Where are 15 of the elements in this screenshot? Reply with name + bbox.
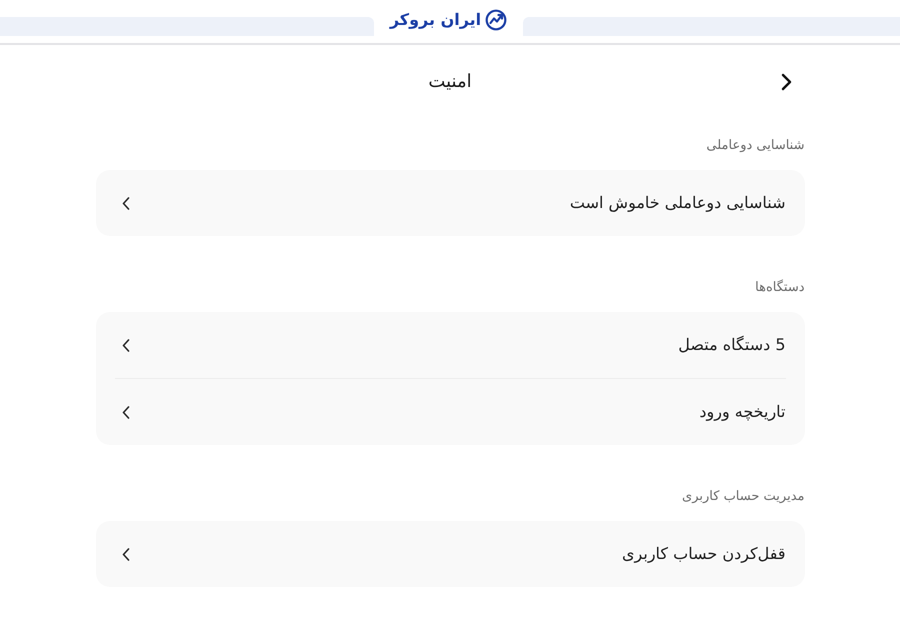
section-heading: مدیریت حساب کاربری [682, 488, 804, 506]
chevron-left-icon [122, 406, 130, 418]
section-heading: شناسایی دوعاملی [706, 137, 804, 155]
chevron-left-icon [122, 196, 130, 210]
section-heading: دستگاه‌ها [755, 279, 804, 297]
settings-item[interactable]: شناسایی دوعاملی خاموش است [96, 170, 804, 236]
chevron-left-icon [122, 338, 130, 352]
logo-link[interactable]: ایران بروکر [374, 0, 523, 40]
page-title: امنیت [428, 70, 472, 94]
settings-item[interactable]: تاریخچه ورود [96, 379, 804, 445]
chevron-left-icon [122, 548, 130, 560]
chart-circle-logo-icon [485, 9, 508, 31]
settings-item[interactable]: 5 دستگاه متصل [96, 312, 804, 378]
settings-item[interactable]: قفل‌کردن حساب کاربری [96, 521, 804, 587]
chevron-right-icon [781, 72, 792, 90]
